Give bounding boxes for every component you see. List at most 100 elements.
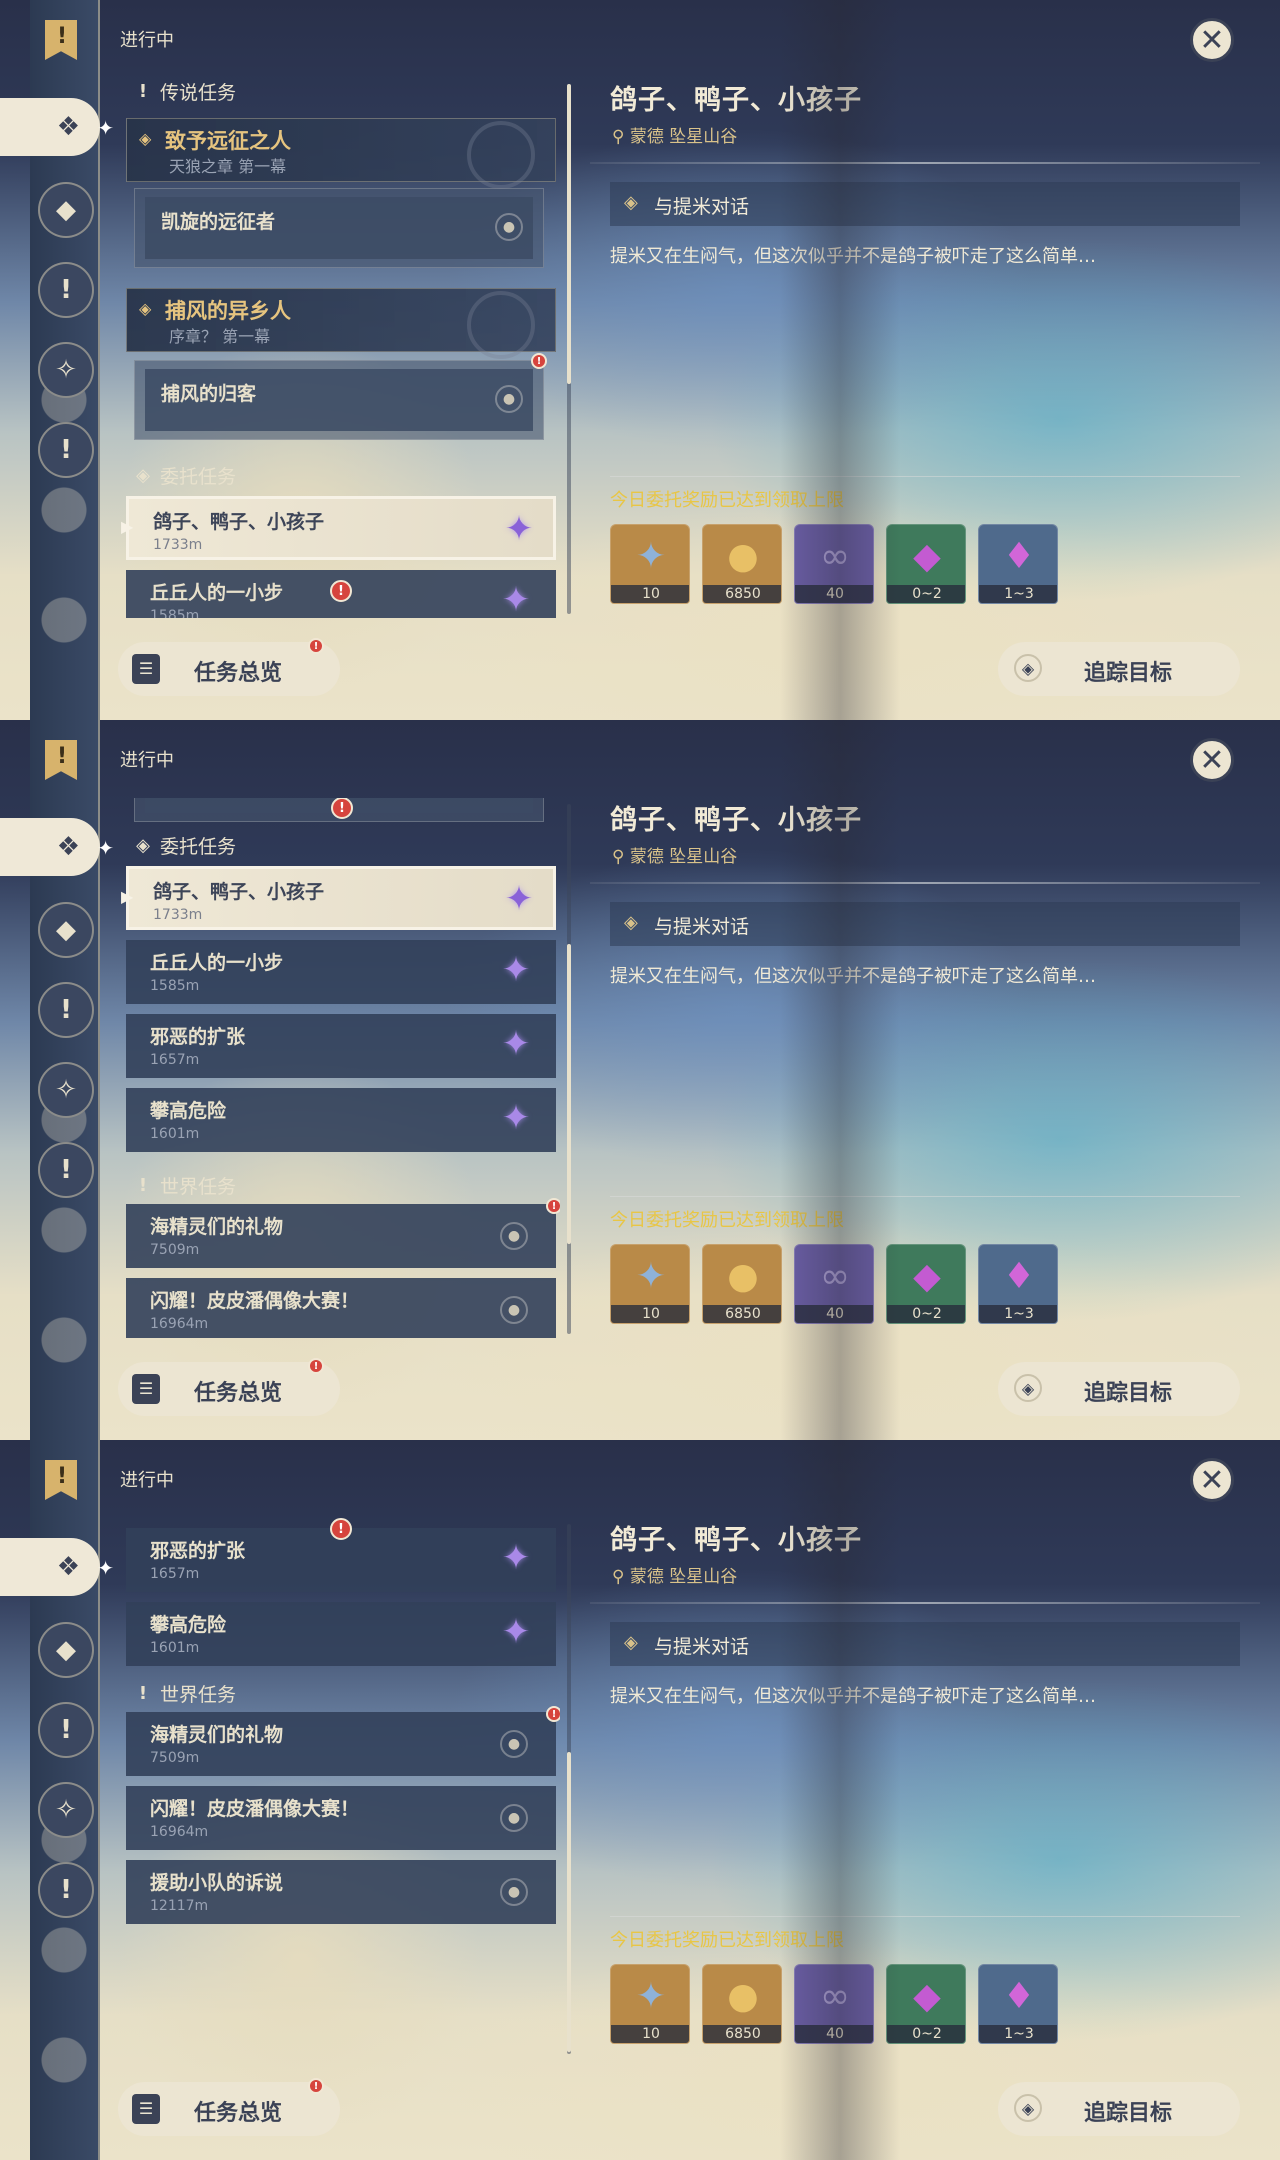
reward-item[interactable]: ◆ 0~2 xyxy=(886,1964,966,2044)
category-all-selected[interactable]: ❖ ✦ xyxy=(0,818,114,876)
diamond-icon: ◈ xyxy=(624,192,638,213)
track-target-button[interactable]: ◈ 追踪目标 xyxy=(998,642,1240,696)
quest-list[interactable]: 邪恶的扩张 1657m ✦ ! 攀高危险 1601m ✦ ! 世界任务 海精灵们的… xyxy=(120,1518,560,2058)
reward-item[interactable]: ♦ 1~3 xyxy=(978,1244,1058,1324)
scroll-thumb[interactable] xyxy=(567,84,571,384)
location-pin-icon[interactable]: ● xyxy=(500,1222,528,1250)
reward-qty: 40 xyxy=(795,1305,873,1323)
reward-item[interactable]: ♦ 1~3 xyxy=(978,1964,1058,2044)
quest-card[interactable]: 闪耀！皮皮潘偶像大赛！ 16964m ● xyxy=(126,1786,556,1850)
diamond-icon: ◈ xyxy=(139,299,152,318)
quest-title: 闪耀！皮皮潘偶像大赛！ xyxy=(150,1798,360,1820)
step-title: 凯旋的远征者 xyxy=(161,211,276,233)
selected-arrow-icon: ▶ xyxy=(121,517,134,536)
category-archon-icon[interactable]: ◆ xyxy=(38,182,94,238)
divider xyxy=(590,1602,1260,1604)
quest-chapter-header[interactable]: ◈ 捕风的异乡人 序章？ 第一幕 xyxy=(126,288,556,359)
chapter-emblem-icon xyxy=(467,291,535,359)
quest-title: 援助小队的诉说 xyxy=(150,1872,284,1894)
diamond-icon: ◈ xyxy=(136,835,150,856)
reward-item[interactable]: ✦ 10 xyxy=(610,524,690,604)
track-diamond-icon: ◈ xyxy=(1014,2094,1042,2122)
quest-card[interactable]: 邪恶的扩张 1657m ✦ xyxy=(126,1014,556,1078)
location-pin-icon[interactable]: ● xyxy=(495,385,523,413)
category-archon-icon[interactable]: ◆ xyxy=(38,1622,94,1678)
category-all-selected[interactable]: ❖ ✦ xyxy=(0,98,114,156)
reward-item[interactable]: ● 6850 xyxy=(702,1964,782,2044)
reward-item[interactable]: ∞ 40 xyxy=(794,524,874,604)
quest-chapter-header[interactable]: ◈ 致予远征之人 天狼之章 第一幕 xyxy=(126,118,556,189)
quest-overview-button[interactable]: ☰ 任务总览 ! xyxy=(118,638,340,696)
category-legend-icon[interactable]: ! xyxy=(38,982,94,1038)
quest-title: 闪耀！皮皮潘偶像大赛！ xyxy=(150,1290,360,1312)
section-header-commission: ◈ 委托任务 xyxy=(134,462,236,489)
reward-item[interactable]: ◆ 0~2 xyxy=(886,524,966,604)
location-pin-icon[interactable]: ● xyxy=(500,1296,528,1324)
track-diamond-icon: ◈ xyxy=(1014,654,1042,682)
quest-card[interactable]: 攀高危险 1601m ✦ xyxy=(126,1602,556,1666)
quest-card[interactable]: 海精灵们的礼物 7509m ● ! xyxy=(126,1198,560,1268)
location-pin-icon[interactable]: ● xyxy=(500,1878,528,1906)
scroll-thumb[interactable] xyxy=(567,944,571,1244)
category-legend-icon[interactable]: ! xyxy=(38,262,94,318)
quest-card-selected[interactable]: ▶ 鸽子、鸭子、小孩子 1733m ✦ xyxy=(121,496,556,560)
category-commission-icon[interactable]: ✧ xyxy=(38,342,94,398)
list-scrollbar[interactable] xyxy=(567,84,571,614)
track-target-button[interactable]: ◈ 追踪目标 xyxy=(998,2082,1240,2136)
close-button[interactable]: ✕ xyxy=(1190,738,1234,782)
reward-item[interactable]: ✦ 10 xyxy=(610,1964,690,2044)
quest-book-icon: ☰ xyxy=(132,2094,160,2124)
quest-list[interactable]: ! 传说任务 ◈ 致予远征之人 天狼之章 第一幕 凯旋的远征者 ● ◈ 捕风的异乡… xyxy=(120,78,560,618)
quest-title: 鸽子、鸭子、小孩子 xyxy=(153,881,325,903)
reward-qty: 6850 xyxy=(703,585,781,603)
category-all-selected[interactable]: ❖ ✦ xyxy=(0,1538,114,1596)
close-button[interactable]: ✕ xyxy=(1190,18,1234,62)
quest-overview-button[interactable]: ☰ 任务总览 ! xyxy=(118,2078,340,2136)
exclamation-icon: ! xyxy=(138,1175,148,1196)
quest-step-card[interactable]: 捕风的归客 ● ! xyxy=(134,353,547,440)
alert-badge: ! xyxy=(330,1518,352,1540)
diamond-icon: ◈ xyxy=(624,1632,638,1653)
quest-card[interactable]: 丘丘人的一小步 1585m ✦ ! xyxy=(126,570,556,618)
companionship-exp-icon: ∞ xyxy=(820,1255,850,1297)
list-scrollbar[interactable] xyxy=(567,1524,571,2054)
quest-step-card[interactable]: ! xyxy=(134,798,544,822)
quest-title: 海精灵们的礼物 xyxy=(150,1216,284,1238)
button-label: 任务总览 xyxy=(194,661,283,686)
quest-overview-button[interactable]: ☰ 任务总览 ! xyxy=(118,1358,340,1416)
category-commission-icon[interactable]: ✧ xyxy=(38,1782,94,1838)
reward-item[interactable]: ● 6850 xyxy=(702,524,782,604)
category-world-icon[interactable]: ! xyxy=(38,1862,94,1918)
category-commission-icon[interactable]: ✧ xyxy=(38,1062,94,1118)
quest-card[interactable]: 攀高危险 1601m ✦ xyxy=(126,1088,556,1152)
reward-item[interactable]: ✦ 10 xyxy=(610,1244,690,1324)
category-world-icon[interactable]: ! xyxy=(38,1142,94,1198)
crystal-icon: ◆ xyxy=(913,535,941,577)
category-world-icon[interactable]: ! xyxy=(38,422,94,478)
reward-item[interactable]: ♦ 1~3 xyxy=(978,524,1058,604)
reward-item[interactable]: ● 6850 xyxy=(702,1244,782,1324)
chapter-subtitle: 序章？ 第一幕 xyxy=(169,327,271,346)
reward-item[interactable]: ◆ 0~2 xyxy=(886,1244,966,1324)
alert-badge: ! xyxy=(531,353,547,369)
location-pin-icon[interactable]: ● xyxy=(500,1730,528,1758)
quest-card[interactable]: 援助小队的诉说 12117m ● xyxy=(126,1860,556,1924)
reward-item[interactable]: ∞ 40 xyxy=(794,1964,874,2044)
list-scrollbar[interactable] xyxy=(567,804,571,1334)
quest-card[interactable]: 邪恶的扩张 1657m ✦ ! xyxy=(126,1518,556,1592)
close-button[interactable]: ✕ xyxy=(1190,1458,1234,1502)
quest-step-card[interactable]: 凯旋的远征者 ● xyxy=(134,188,544,268)
category-legend-icon[interactable]: ! xyxy=(38,1702,94,1758)
track-target-button[interactable]: ◈ 追踪目标 xyxy=(998,1362,1240,1416)
quest-card[interactable]: 丘丘人的一小步 1585m ✦ xyxy=(126,940,556,1004)
location-pin-icon[interactable]: ● xyxy=(495,213,523,241)
scroll-thumb[interactable] xyxy=(567,1752,571,2052)
quest-card[interactable]: 海精灵们的礼物 7509m ● ! xyxy=(126,1706,560,1776)
quest-card-selected[interactable]: ▶ 鸽子、鸭子、小孩子 1733m ✦ xyxy=(121,866,556,930)
quest-card[interactable]: 闪耀！皮皮潘偶像大赛！ 16964m ● xyxy=(126,1278,556,1338)
objective-bar: ◈ 与提米对话 xyxy=(610,902,1240,946)
quest-list[interactable]: ! ◈ 委托任务 ▶ 鸽子、鸭子、小孩子 1733m ✦ 丘丘人的一小步 1585… xyxy=(120,798,560,1338)
reward-item[interactable]: ∞ 40 xyxy=(794,1244,874,1324)
location-pin-icon[interactable]: ● xyxy=(500,1804,528,1832)
category-archon-icon[interactable]: ◆ xyxy=(38,902,94,958)
